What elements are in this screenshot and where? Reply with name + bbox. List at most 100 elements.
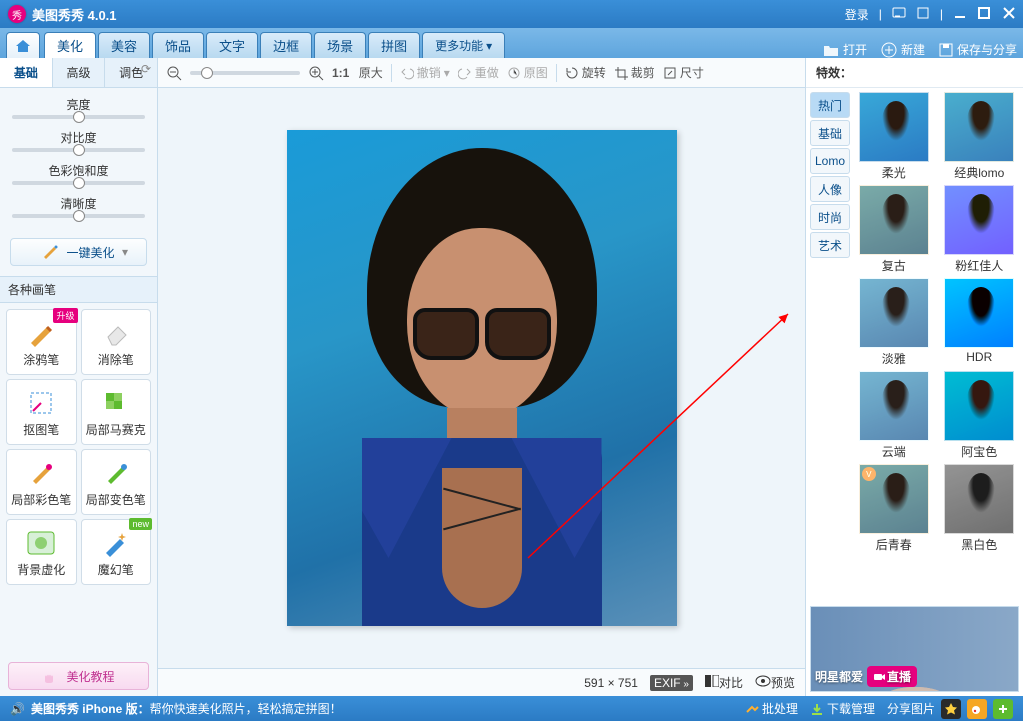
add-button[interactable]: [993, 699, 1013, 719]
subtab-tone[interactable]: 调色⟳: [105, 58, 157, 87]
zoom-in-button[interactable]: [308, 65, 324, 81]
size-button[interactable]: 尺寸: [663, 64, 704, 81]
zoom-1to1-button[interactable]: 1:1 原大: [332, 64, 383, 81]
canvas-body[interactable]: [158, 88, 805, 668]
fx-classic-lomo[interactable]: 经典lomo: [940, 92, 1020, 181]
maximize-icon[interactable]: [977, 6, 991, 23]
brush-mosaic[interactable]: 局部马赛克: [81, 379, 152, 445]
undo-button[interactable]: 撤销 ▾: [400, 64, 450, 81]
brush-blur-bg[interactable]: 背景虚化: [6, 519, 77, 585]
cat-portrait[interactable]: 人像: [810, 176, 850, 202]
eraser-icon: [100, 317, 132, 349]
fx-bw[interactable]: 黑白色: [940, 464, 1020, 553]
original-button[interactable]: 原图: [507, 64, 548, 81]
promo-prefix: 美图秀秀 iPhone 版：: [31, 702, 150, 716]
tab-collage[interactable]: 拼图: [368, 32, 420, 58]
skin-icon[interactable]: [916, 6, 930, 23]
cat-fashion[interactable]: 时尚: [810, 204, 850, 230]
close-icon[interactable]: [1001, 5, 1017, 24]
brush-erase[interactable]: 消除笔: [81, 309, 152, 375]
compare-button[interactable]: 对比: [705, 674, 743, 691]
sharpness-slider[interactable]: 清晰度: [12, 195, 145, 218]
redo-icon: [458, 66, 472, 80]
exif-button[interactable]: EXIF »: [650, 675, 693, 691]
fx-elegant[interactable]: 淡雅: [854, 278, 934, 367]
photo-canvas[interactable]: [287, 130, 677, 626]
weibo-icon[interactable]: [967, 699, 987, 719]
tab-ornament[interactable]: 饰品: [152, 32, 204, 58]
brush-doodle[interactable]: 升级涂鸦笔: [6, 309, 77, 375]
fx-hdr[interactable]: HDR: [940, 278, 1020, 367]
tab-more-label: 更多功能: [435, 37, 483, 54]
subtab-basic[interactable]: 基础: [0, 58, 53, 87]
cat-hot[interactable]: 热门: [810, 92, 850, 118]
feedback-icon[interactable]: [892, 6, 906, 23]
tab-beautify[interactable]: 美化: [44, 32, 96, 58]
fx-pink[interactable]: 粉红佳人: [940, 185, 1020, 274]
cat-basic[interactable]: 基础: [810, 120, 850, 146]
blur-icon: [25, 527, 57, 559]
subtab-advanced[interactable]: 高级: [53, 58, 106, 87]
tutorial-button[interactable]: 美化教程: [8, 662, 149, 690]
brush-cutout[interactable]: 抠图笔: [6, 379, 77, 445]
folder-icon: [823, 43, 839, 57]
fx-cloud[interactable]: 云端: [854, 371, 934, 460]
cutout-icon: [25, 387, 57, 419]
fx-softlight[interactable]: 柔光: [854, 92, 934, 181]
brush-section-header: 各种画笔: [0, 276, 157, 303]
brush-magic[interactable]: new魔幻笔: [81, 519, 152, 585]
eye-icon: [755, 675, 771, 687]
fx-youth[interactable]: V后青春: [854, 464, 934, 553]
new-button[interactable]: 新建: [881, 41, 925, 58]
fx-abao[interactable]: 阿宝色: [940, 371, 1020, 460]
fx-retro[interactable]: 复古: [854, 185, 934, 274]
left-panel: 基础 高级 调色⟳ 亮度 对比度 色彩饱和度 清晰度 一键美化 各种画笔 升级涂…: [0, 58, 158, 696]
batch-button[interactable]: 批处理: [745, 700, 798, 717]
photo-content: [352, 148, 612, 618]
resize-icon: [663, 66, 677, 80]
wand-icon: [42, 245, 60, 259]
batch-icon: [745, 702, 759, 716]
preview-button[interactable]: 预览: [755, 674, 795, 691]
effects-header: 特效：: [806, 58, 1023, 88]
minimize-icon[interactable]: [953, 6, 967, 23]
tab-cosmetic[interactable]: 美容: [98, 32, 150, 58]
reset-icon[interactable]: ⟳: [141, 62, 151, 76]
compare-icon: [705, 675, 719, 687]
login-link[interactable]: 登录: [845, 6, 869, 23]
share-button[interactable]: 分享图片: [887, 700, 935, 717]
save-icon: [939, 43, 953, 57]
saturation-slider[interactable]: 色彩饱和度: [12, 162, 145, 185]
redo-button[interactable]: 重做: [458, 64, 499, 81]
revert-icon: [507, 66, 521, 80]
plus-circle-icon: [881, 42, 897, 58]
qzone-icon[interactable]: [941, 699, 961, 719]
tab-text[interactable]: 文字: [206, 32, 258, 58]
tab-more[interactable]: 更多功能▾: [422, 32, 505, 58]
download-mgr-button[interactable]: 下载管理: [810, 700, 875, 717]
ad-banner[interactable]: 明星都爱 直播: [810, 606, 1019, 692]
tab-scene[interactable]: 场景: [314, 32, 366, 58]
crop-button[interactable]: 裁剪: [614, 64, 655, 81]
pencil-icon: [25, 317, 57, 349]
rotate-button[interactable]: 旋转: [565, 64, 606, 81]
save-share-button[interactable]: 保存与分享: [939, 41, 1017, 58]
color-brush-icon: [25, 457, 57, 489]
brush-gradient[interactable]: 局部变色笔: [81, 449, 152, 515]
canvas-toolbar: 1:1 原大 撤销 ▾ 重做 原图 旋转 裁剪 尺寸: [158, 58, 805, 88]
brush-colorize[interactable]: 局部彩色笔: [6, 449, 77, 515]
app-logo-icon: 秀: [8, 5, 26, 23]
brightness-slider[interactable]: 亮度: [12, 96, 145, 119]
zoom-slider[interactable]: [190, 71, 300, 75]
contrast-slider[interactable]: 对比度: [12, 129, 145, 152]
one-key-beautify-button[interactable]: 一键美化: [10, 238, 147, 266]
tab-frame[interactable]: 边框: [260, 32, 312, 58]
cat-lomo[interactable]: Lomo: [810, 148, 850, 174]
speaker-icon[interactable]: 🔊: [10, 702, 25, 716]
home-icon: [14, 38, 32, 54]
open-button[interactable]: 打开: [823, 41, 867, 58]
zoom-out-button[interactable]: [166, 65, 182, 81]
home-tab[interactable]: [6, 32, 40, 58]
promo-text[interactable]: 帮你快速美化照片，轻松搞定拼图！: [150, 702, 342, 716]
cat-art[interactable]: 艺术: [810, 232, 850, 258]
